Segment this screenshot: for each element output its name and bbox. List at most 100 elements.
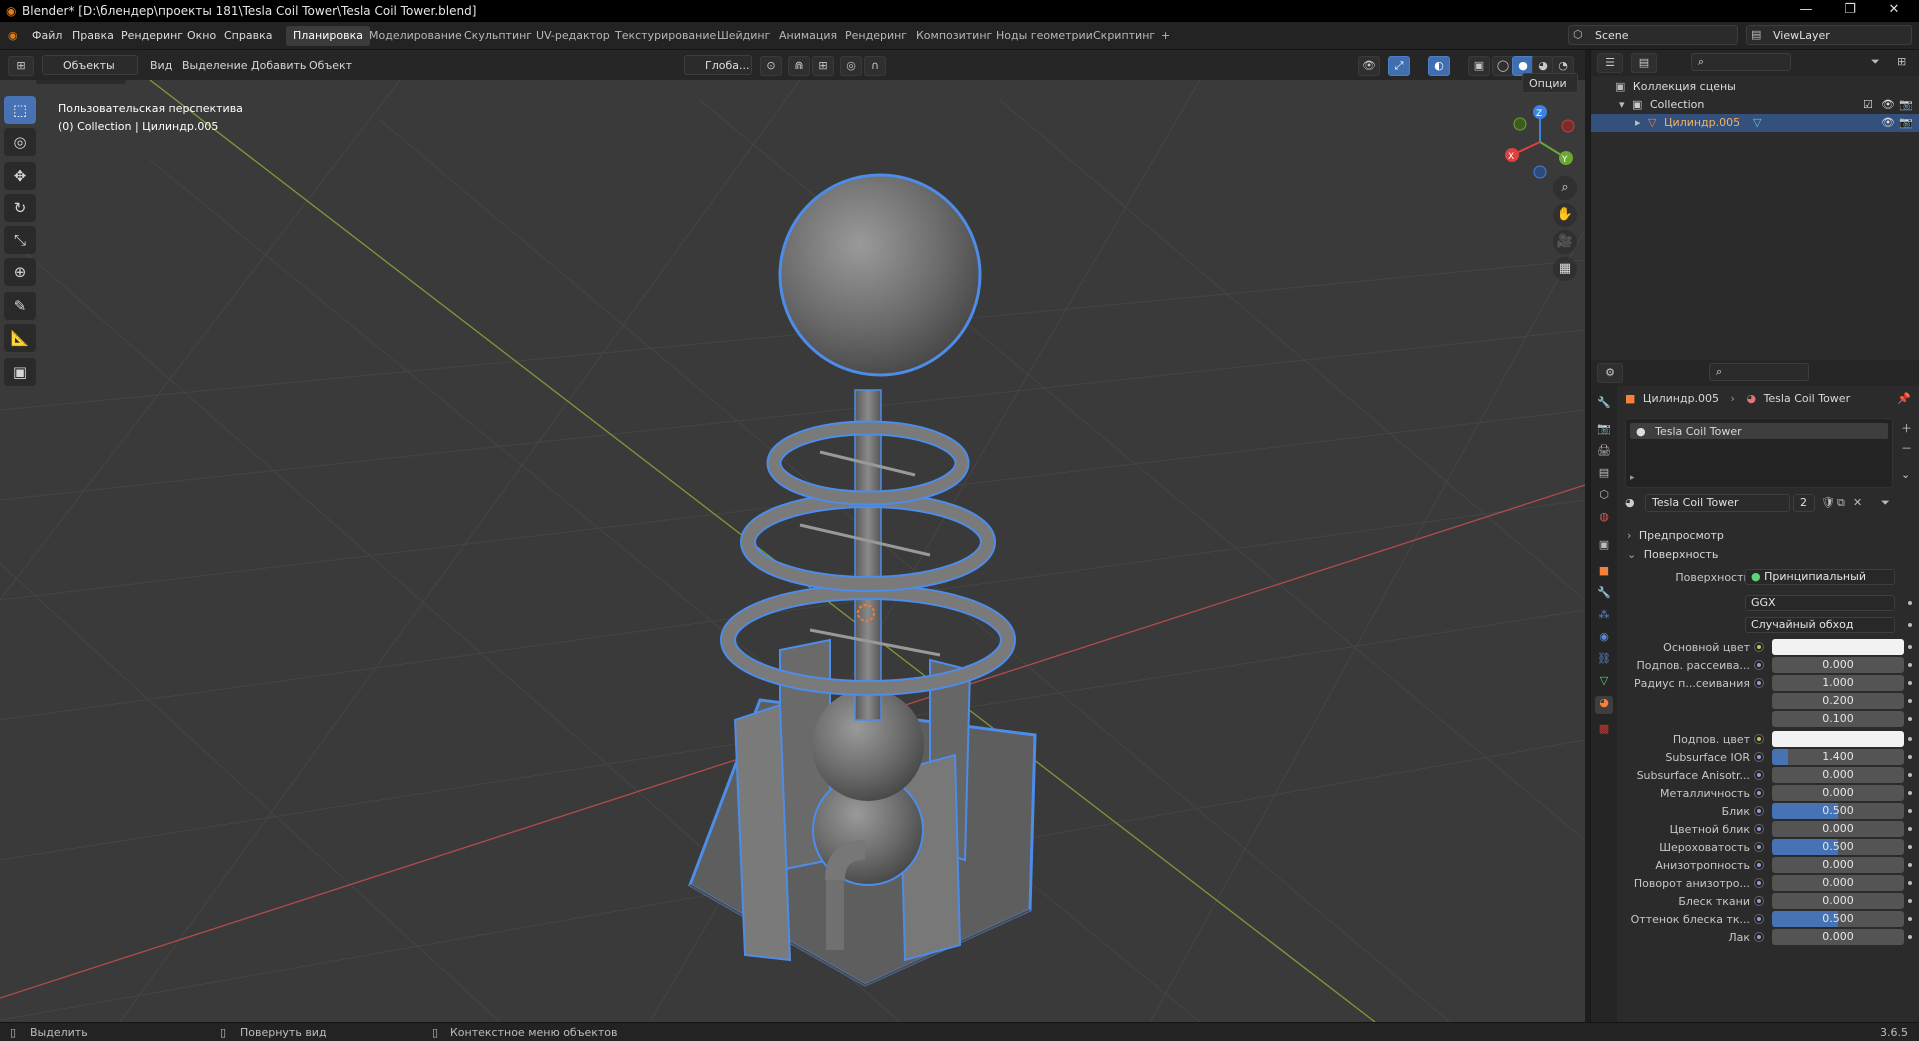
expand-arrow-icon[interactable]: ▸	[1635, 116, 1641, 129]
transform-tool[interactable]: ⊕	[4, 258, 36, 286]
number-slider[interactable]: 0.000	[1772, 857, 1904, 873]
cursor-tool[interactable]: ◎	[4, 128, 36, 156]
socket-link-icon[interactable]	[1754, 642, 1764, 652]
socket-link-icon[interactable]	[1754, 734, 1764, 744]
physics-tab-icon[interactable]: ◉	[1595, 630, 1613, 648]
tab-shading[interactable]: Шейдинг	[710, 26, 777, 46]
select-mode-buttons[interactable]: ▣ ▣ ▣ ▣ ▣	[36, 80, 126, 84]
falloff-icon[interactable]: ∩	[864, 56, 886, 76]
texture-tab-icon[interactable]: ▩	[1595, 722, 1613, 740]
socket-link-icon[interactable]	[1754, 806, 1764, 816]
annotate-tool[interactable]: ✎	[4, 292, 36, 320]
number-slider[interactable]: 1.400	[1772, 749, 1904, 765]
view-layer-selector[interactable]: ViewLayer	[1746, 25, 1912, 45]
menu-edit[interactable]: Правка	[72, 29, 114, 42]
options-button[interactable]: Опции	[1522, 73, 1578, 93]
add-slot-icon[interactable]: ＋	[1901, 420, 1912, 436]
keyframe-icon[interactable]	[1908, 845, 1912, 849]
menu-object[interactable]: Объект	[309, 59, 352, 72]
keyframe-icon[interactable]	[1908, 737, 1912, 741]
remove-slot-icon[interactable]: －	[1901, 440, 1912, 456]
object-render-icon[interactable]: 📷	[1899, 116, 1913, 129]
render-tab-icon[interactable]: 📷	[1595, 422, 1613, 440]
modifier-tab-icon[interactable]: 🔧	[1595, 586, 1613, 604]
keyframe-icon[interactable]	[1908, 899, 1912, 903]
unlink-icon[interactable]: ✕	[1853, 496, 1862, 509]
tab-modeling[interactable]: Моделирование	[362, 26, 469, 46]
socket-link-icon[interactable]	[1754, 788, 1764, 798]
pivot-point-icon[interactable]: ⊙	[760, 56, 782, 76]
keyframe-icon[interactable]	[1908, 717, 1912, 721]
scene-tab-icon[interactable]: ⬡	[1595, 488, 1613, 506]
menu-add[interactable]: Добавить	[251, 59, 306, 72]
blender-menu-icon[interactable]: ◉	[8, 29, 18, 42]
number-slider[interactable]: 0.000	[1772, 875, 1904, 891]
3d-viewport[interactable]: Z Y X ⌕ ✋ 🎥 ▦ ▣ ▣ ▣ ▣ ▣	[0, 80, 1585, 1022]
snap-magnet-icon[interactable]: ⋒	[788, 56, 810, 76]
outliner-search-input[interactable]: ⌕	[1691, 53, 1791, 71]
number-slider[interactable]: 1.000	[1772, 675, 1904, 691]
wireframe-shading-icon[interactable]: ◯	[1492, 56, 1514, 76]
material-browse-icon[interactable]: ◕	[1625, 496, 1635, 509]
keyframe-icon[interactable]	[1908, 699, 1912, 703]
material-name-field[interactable]: Tesla Coil Tower	[1645, 494, 1790, 512]
particles-tab-icon[interactable]: ⁂	[1595, 608, 1613, 626]
keyframe-icon[interactable]	[1908, 645, 1912, 649]
scene-selector[interactable]: Scene	[1568, 25, 1738, 45]
keyframe-icon[interactable]	[1908, 681, 1912, 685]
number-slider[interactable]: 0.000	[1772, 821, 1904, 837]
pin-icon[interactable]: 📌	[1897, 392, 1911, 405]
socket-link-icon[interactable]	[1754, 878, 1764, 888]
visibility-icon[interactable]: 👁	[1358, 56, 1380, 76]
keyframe-icon[interactable]	[1908, 935, 1912, 939]
socket-link-icon[interactable]	[1754, 752, 1764, 762]
collection-tab-icon[interactable]: ▣	[1595, 538, 1613, 556]
number-slider[interactable]: 0.000	[1772, 929, 1904, 945]
number-slider[interactable]: 0.200	[1772, 693, 1904, 709]
menu-render[interactable]: Рендеринг	[121, 29, 183, 42]
menu-window[interactable]: Окно	[187, 29, 216, 42]
node-filter-icon[interactable]: ⏷	[1881, 496, 1890, 510]
number-slider[interactable]: 0.500	[1772, 911, 1904, 927]
collection-visibility-icon[interactable]: 👁	[1881, 98, 1895, 111]
color-swatch[interactable]	[1772, 731, 1904, 747]
users-count[interactable]: 2	[1793, 494, 1815, 512]
socket-link-icon[interactable]	[1754, 932, 1764, 942]
number-slider[interactable]: 0.100	[1772, 711, 1904, 727]
material-slot-list[interactable]: ● Tesla Coil Tower ▸	[1625, 418, 1893, 488]
tab-geometry-nodes[interactable]: Ноды геометрии	[989, 26, 1100, 46]
output-tab-icon[interactable]: 🖨	[1595, 444, 1613, 462]
material-slot-row[interactable]: ● Tesla Coil Tower	[1630, 423, 1888, 439]
distribution-keyframe-icon[interactable]	[1908, 601, 1912, 605]
tab-sculpting[interactable]: Скульптинг	[457, 26, 539, 46]
add-cube-tool[interactable]: ▣	[4, 358, 36, 386]
overlay-toggle-icon[interactable]: ◐	[1428, 56, 1450, 76]
slot-specials-icon[interactable]: ⌄	[1901, 468, 1910, 481]
socket-link-icon[interactable]	[1754, 678, 1764, 688]
section-preview[interactable]: › Предпросмотр	[1619, 526, 1919, 544]
pan-hand-icon[interactable]: ✋	[1553, 203, 1577, 227]
tab-uv-editing[interactable]: UV-редактор	[529, 26, 617, 46]
number-slider[interactable]: 0.000	[1772, 767, 1904, 783]
color-swatch[interactable]	[1772, 639, 1904, 655]
socket-link-icon[interactable]	[1754, 824, 1764, 834]
collection-render-icon[interactable]: 📷	[1899, 98, 1913, 111]
move-tool[interactable]: ✥	[4, 162, 36, 190]
number-slider[interactable]: 0.500	[1772, 803, 1904, 819]
snap-increment-icon[interactable]: ⊞	[812, 56, 834, 76]
socket-link-icon[interactable]	[1754, 770, 1764, 780]
outliner-editor-type-icon[interactable]: ☰	[1597, 53, 1623, 73]
tab-compositing[interactable]: Композитинг	[909, 26, 999, 46]
rotate-tool[interactable]: ↻	[4, 194, 36, 222]
socket-link-icon[interactable]	[1754, 842, 1764, 852]
tab-scripting[interactable]: Скриптинг	[1086, 26, 1162, 46]
tab-animation[interactable]: Анимация	[772, 26, 844, 46]
new-collection-icon[interactable]: ⊞	[1897, 55, 1906, 68]
select-box-tool[interactable]: ⬚	[4, 96, 36, 124]
scale-tool[interactable]: ⤡	[4, 226, 36, 254]
number-slider[interactable]: 0.000	[1772, 893, 1904, 909]
duplicate-icon[interactable]: ⧉	[1837, 496, 1845, 510]
zoom-icon[interactable]: ⌕	[1553, 176, 1577, 200]
keyframe-icon[interactable]	[1908, 863, 1912, 867]
keyframe-icon[interactable]	[1908, 755, 1912, 759]
